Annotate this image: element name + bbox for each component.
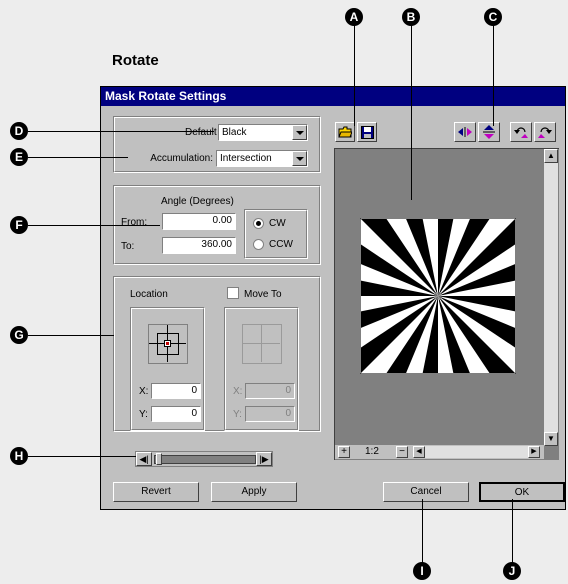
callout-d: D [10, 122, 28, 140]
ok-button[interactable]: OK [479, 482, 565, 502]
callout-line-a [354, 20, 355, 126]
move-to-checkbox[interactable] [227, 287, 239, 299]
apply-button[interactable]: Apply [211, 482, 297, 502]
rotate-cw-icon [538, 127, 552, 138]
scroll-up-button[interactable]: ▲ [544, 149, 558, 163]
callout-j: J [503, 562, 521, 580]
mask-preview-pane[interactable] [334, 148, 559, 460]
move-to-grid-v [261, 325, 262, 362]
angle-group-label: Angle (Degrees) [161, 196, 234, 207]
zoom-level: 1:2 [365, 446, 379, 457]
rotate-ccw-button[interactable] [510, 122, 532, 142]
callout-line-f [28, 225, 160, 226]
location-x-label: X: [139, 386, 149, 397]
zoom-in-button[interactable]: + [338, 446, 350, 458]
slider-track[interactable] [154, 455, 256, 464]
callout-e: E [10, 148, 28, 166]
move-to-y-input[interactable]: 0 [245, 406, 295, 422]
callout-line-i [422, 499, 423, 565]
preview-horizontal-scrollbar[interactable]: ◀ ▶ [413, 446, 540, 458]
location-center-marker [164, 340, 171, 347]
resize-grip-icon [545, 447, 558, 460]
to-label: To: [121, 241, 135, 252]
flip-vertical-button[interactable] [478, 122, 500, 142]
slider-thumb[interactable] [156, 453, 162, 465]
dialog-titlebar: Mask Rotate Settings [101, 87, 565, 106]
move-to-y-label: Y: [233, 409, 242, 420]
rotate-cw-button[interactable] [534, 122, 556, 142]
callout-g: G [10, 326, 28, 344]
from-angle-input[interactable]: 0.00 [162, 213, 236, 230]
save-mask-button[interactable] [357, 122, 377, 142]
ccw-radio[interactable] [253, 239, 264, 250]
callout-line-b [411, 20, 412, 200]
zoom-out-button[interactable]: − [396, 446, 408, 458]
accumulation-dropdown-button[interactable] [292, 151, 307, 166]
callout-line-g [28, 335, 114, 336]
callout-c: C [484, 8, 502, 26]
from-label: From: [121, 217, 148, 228]
location-picker[interactable] [148, 324, 188, 364]
rotate-ccw-icon [514, 127, 528, 138]
accumulation-label: Accumulation: [150, 153, 213, 164]
callout-a: A [345, 8, 363, 26]
location-y-input[interactable]: 0 [151, 406, 201, 422]
cw-label: CW [269, 218, 286, 229]
chevron-down-icon [296, 131, 304, 135]
move-to-label: Move To [244, 289, 282, 300]
slider-left-button[interactable]: ◀| [136, 452, 152, 466]
save-disk-icon [361, 126, 374, 139]
accumulation-value: Intersection [220, 153, 272, 164]
callout-f: F [10, 216, 28, 234]
scroll-right-button[interactable]: ▶ [528, 446, 540, 458]
ccw-label: CCW [269, 239, 293, 250]
default-fill-value: Black [222, 127, 247, 138]
move-to-x-label: X: [233, 386, 243, 397]
sunburst-mask-preview [360, 218, 516, 374]
callout-line-h [28, 456, 136, 457]
location-x-input[interactable]: 0 [151, 383, 201, 399]
callout-i: I [413, 562, 431, 580]
direction-radio-group [244, 209, 308, 259]
callout-h: H [10, 447, 28, 465]
callout-line-d [28, 131, 214, 132]
default-fill-select[interactable]: Black [218, 124, 308, 141]
cancel-button[interactable]: Cancel [383, 482, 469, 502]
cw-radio[interactable] [253, 218, 264, 229]
callout-line-j [512, 499, 513, 565]
to-angle-input[interactable]: 360.00 [162, 237, 236, 254]
flip-horizontal-button[interactable] [454, 122, 476, 142]
slider-right-button[interactable]: |▶ [256, 452, 272, 466]
resize-grip[interactable] [544, 446, 558, 460]
callout-line-e [28, 157, 128, 158]
flip-horizontal-icon [458, 127, 472, 137]
open-mask-button[interactable] [335, 122, 355, 142]
default-fill-dropdown-button[interactable] [292, 125, 307, 140]
move-to-picker[interactable] [242, 324, 282, 364]
callout-b: B [402, 8, 420, 26]
location-label: Location [130, 289, 168, 300]
move-to-x-input[interactable]: 0 [245, 383, 295, 399]
page-title: Rotate [112, 52, 159, 69]
chevron-down-icon [296, 157, 304, 161]
location-y-label: Y: [139, 409, 148, 420]
flip-vertical-icon [483, 125, 495, 139]
mask-rotate-dialog: Mask Rotate Settings Default Fill: Black… [100, 86, 566, 510]
preview-status-bar: + 1:2 − ◀ ▶ [335, 445, 544, 459]
accumulation-select[interactable]: Intersection [216, 150, 308, 167]
preview-vertical-scrollbar[interactable]: ▲ ▼ [544, 149, 558, 446]
open-folder-icon [338, 126, 352, 138]
callout-line-c [493, 20, 494, 126]
scroll-left-button[interactable]: ◀ [413, 446, 425, 458]
scroll-down-button[interactable]: ▼ [544, 432, 558, 446]
center-dot-icon [166, 342, 169, 345]
revert-button[interactable]: Revert [113, 482, 199, 502]
mask-slider[interactable]: ◀| |▶ [135, 451, 273, 467]
